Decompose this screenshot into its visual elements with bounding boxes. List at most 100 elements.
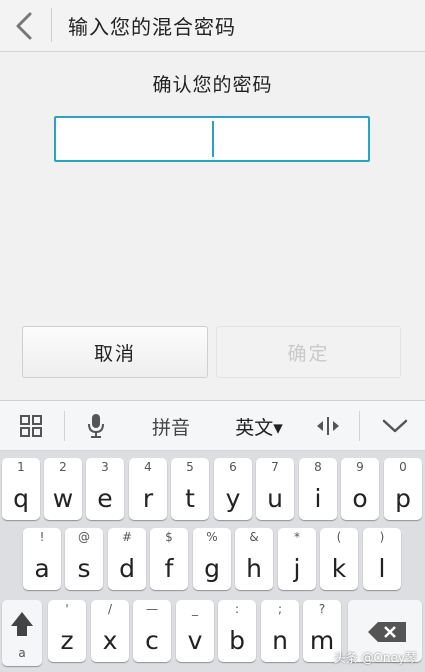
- key-hint: 9: [356, 460, 364, 474]
- key-r[interactable]: 4r: [129, 458, 167, 520]
- back-button[interactable]: [8, 6, 42, 46]
- shift-case-hint: a: [18, 646, 26, 660]
- cursor-arrows-icon: [317, 417, 339, 435]
- chevron-down-icon: [382, 419, 408, 433]
- text-cursor: [212, 121, 214, 157]
- key-w[interactable]: 2w: [44, 458, 82, 520]
- key-n[interactable]: ; n: [261, 600, 299, 662]
- key-hint: 7: [271, 460, 279, 474]
- key-label: e: [97, 484, 113, 513]
- key-c[interactable]: — c: [133, 600, 171, 662]
- key-hint: 6: [229, 460, 237, 474]
- pinyin-label: 拼音: [151, 416, 190, 439]
- key-o[interactable]: 9o: [341, 458, 379, 520]
- hide-keyboard-button[interactable]: [370, 401, 420, 451]
- key-label: v: [187, 626, 203, 655]
- confirm-password-prompt: 确认您的密码: [152, 74, 273, 96]
- grid-icon: [20, 415, 42, 437]
- key-hint: $: [165, 530, 173, 544]
- cancel-button[interactable]: 取消: [22, 326, 208, 378]
- page-title: 输入您的混合密码: [68, 15, 236, 39]
- key-label: z: [60, 626, 74, 655]
- key-b[interactable]: :b: [218, 600, 256, 662]
- key-hint: &: [249, 530, 259, 544]
- key-label: n: [272, 626, 288, 655]
- title-divider: [51, 8, 52, 42]
- english-mode-button[interactable]: 英文▾: [224, 401, 294, 451]
- key-d[interactable]: # d: [108, 528, 146, 590]
- key-hint: (: [336, 530, 342, 544]
- microphone-icon: [88, 414, 104, 438]
- key-l[interactable]: ) l: [363, 528, 401, 590]
- key-label: t: [185, 484, 195, 513]
- key-u[interactable]: 7u: [256, 458, 294, 520]
- key-label: k: [331, 554, 347, 583]
- key-hint: :: [234, 602, 240, 616]
- cursor-move-button[interactable]: [308, 401, 348, 451]
- key-g[interactable]: % g: [193, 528, 231, 590]
- key-label: b: [229, 626, 245, 655]
- key-hint: ?: [318, 602, 326, 616]
- key-label: l: [378, 554, 386, 583]
- key-hint: 5: [186, 460, 194, 474]
- pinyin-mode-button[interactable]: 拼音: [140, 401, 202, 451]
- key-a[interactable]: ! a: [23, 528, 61, 590]
- key-label: j: [293, 554, 301, 583]
- shift-key[interactable]: a: [2, 600, 42, 666]
- key-hint: *: [294, 530, 300, 544]
- key-i[interactable]: 8i: [299, 458, 337, 520]
- key-label: i: [314, 484, 322, 513]
- key-hint: ;: [277, 602, 283, 616]
- key-label: x: [102, 626, 118, 655]
- key-p[interactable]: 0p: [384, 458, 422, 520]
- key-h[interactable]: & h: [235, 528, 273, 590]
- key-hint: 4: [144, 460, 152, 474]
- key-s[interactable]: @ s: [65, 528, 103, 590]
- password-input[interactable]: [54, 116, 370, 162]
- key-f[interactable]: $ f: [150, 528, 188, 590]
- key-label: u: [267, 484, 283, 513]
- key-label: c: [145, 626, 159, 655]
- key-label: g: [204, 554, 220, 583]
- key-y[interactable]: 6y: [214, 458, 252, 520]
- key-hint: 8: [314, 460, 322, 474]
- key-label: y: [225, 484, 241, 513]
- toolbar-divider: [359, 411, 360, 441]
- chevron-left-icon: [16, 12, 32, 40]
- key-hint: 2: [59, 460, 67, 474]
- key-z[interactable]: ' z: [48, 600, 86, 662]
- voice-input-button[interactable]: [74, 401, 118, 451]
- key-label: h: [246, 554, 262, 583]
- watermark: 头条 @Oney琴: [333, 651, 417, 665]
- key-hint: ): [379, 530, 385, 544]
- key-hint: #: [121, 530, 133, 544]
- key-label: a: [34, 554, 50, 583]
- key-label: q: [13, 484, 29, 513]
- key-k[interactable]: (k: [320, 528, 358, 590]
- key-hint: —: [146, 602, 158, 616]
- keyboard-toolbar: 拼音 英文▾: [0, 401, 425, 451]
- key-v[interactable]: _ v: [176, 600, 214, 662]
- key-q[interactable]: 1q: [2, 458, 40, 520]
- key-hint: _: [192, 602, 198, 616]
- key-x[interactable]: / x: [91, 600, 129, 662]
- key-hint: /: [107, 602, 113, 616]
- grid-menu-button[interactable]: [8, 401, 54, 451]
- key-t[interactable]: 5t: [171, 458, 209, 520]
- key-label: w: [52, 484, 74, 513]
- soft-keyboard: 拼音 英文▾ 1q 2w 3e 4r 5t 6y 7u 8i 9o 0p ! a …: [0, 400, 425, 672]
- key-e[interactable]: 3e: [86, 458, 124, 520]
- key-label: f: [164, 554, 174, 583]
- key-label: p: [395, 484, 411, 513]
- key-hint: 1: [17, 460, 25, 474]
- key-hint: 3: [101, 460, 109, 474]
- key-hint: @: [78, 530, 90, 544]
- confirm-button[interactable]: 确定: [216, 326, 401, 378]
- toolbar-divider: [64, 411, 65, 441]
- key-j[interactable]: * j: [278, 528, 316, 590]
- key-hint: ': [65, 602, 69, 616]
- key-label: o: [352, 484, 368, 513]
- key-label: r: [142, 484, 154, 513]
- key-label: d: [119, 554, 135, 583]
- key-label: s: [77, 554, 91, 583]
